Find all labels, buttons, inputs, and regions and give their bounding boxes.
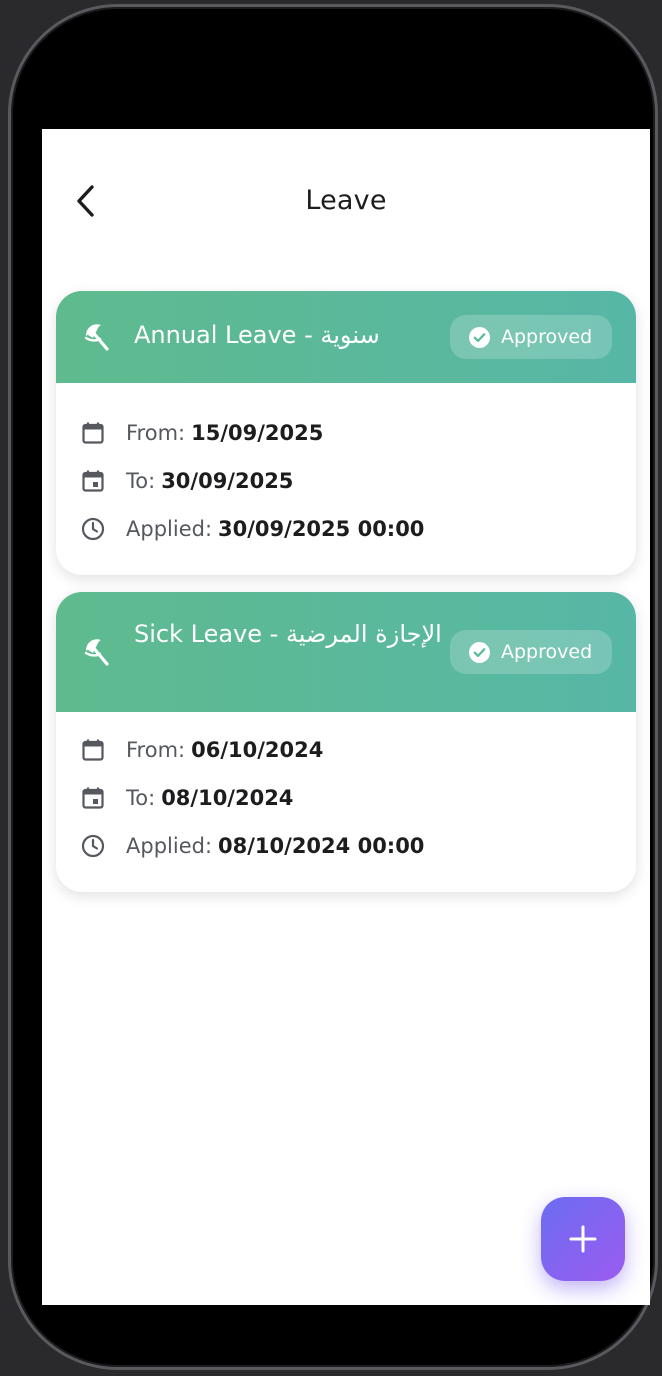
from-label: From:: [126, 421, 186, 445]
check-circle-icon: [469, 326, 490, 348]
status-badge: Approved: [450, 315, 612, 359]
clock-icon: [80, 516, 106, 542]
from-row: From: 06/10/2024: [80, 726, 636, 774]
leave-card-header: Annual Leave - سنوية Approved: [56, 291, 636, 383]
leave-card[interactable]: Annual Leave - سنوية Approved From: 15/0…: [56, 291, 636, 575]
to-row: To: 08/10/2024: [80, 774, 636, 822]
clock-icon: [80, 833, 106, 859]
applied-datetime: 08/10/2024 00:00: [218, 834, 425, 858]
leave-card[interactable]: Sick Leave - الإجازة المرضية Approved Fr…: [56, 592, 636, 892]
plus-icon: [569, 1225, 597, 1253]
to-row: To: 30/09/2025: [80, 457, 636, 505]
calendar-icon: [80, 737, 106, 763]
applied-row: Applied: 30/09/2025 00:00: [80, 505, 636, 553]
applied-datetime: 30/09/2025 00:00: [218, 517, 425, 541]
applied-label: Applied:: [126, 834, 213, 858]
status-badge: Approved: [450, 630, 612, 674]
to-label: To:: [126, 469, 156, 493]
to-label: To:: [126, 786, 156, 810]
from-label: From:: [126, 738, 186, 762]
status-label: Approved: [501, 641, 593, 663]
calendar-event-icon: [80, 468, 106, 494]
calendar-icon: [80, 420, 106, 446]
status-label: Approved: [501, 326, 593, 348]
from-row: From: 15/09/2025: [80, 409, 636, 457]
leave-card-body: From: 06/10/2024 To: 08/10/2024 Applied:…: [56, 712, 636, 892]
device-frame: Leave Annual Leave - سنوية Approved From…: [8, 4, 658, 1370]
add-leave-button[interactable]: [541, 1197, 625, 1281]
leave-card-header: Sick Leave - الإجازة المرضية Approved: [56, 592, 636, 712]
beach-umbrella-icon: [84, 639, 109, 666]
leave-type: Sick Leave - الإجازة المرضية: [134, 620, 442, 648]
applied-row: Applied: 08/10/2024 00:00: [80, 822, 636, 870]
page-title: Leave: [305, 185, 387, 216]
beach-umbrella-icon: [84, 324, 109, 351]
to-date: 08/10/2024: [161, 786, 294, 810]
check-circle-icon: [469, 641, 490, 663]
applied-label: Applied:: [126, 517, 213, 541]
from-date: 15/09/2025: [191, 421, 324, 445]
calendar-event-icon: [80, 785, 106, 811]
from-date: 06/10/2024: [191, 738, 324, 762]
to-date: 30/09/2025: [161, 469, 294, 493]
leave-card-body: From: 15/09/2025 To: 30/09/2025 Applied:…: [56, 383, 636, 575]
leave-type: Annual Leave - سنوية: [134, 321, 380, 349]
app-screen: Leave Annual Leave - سنوية Approved From…: [42, 129, 650, 1305]
